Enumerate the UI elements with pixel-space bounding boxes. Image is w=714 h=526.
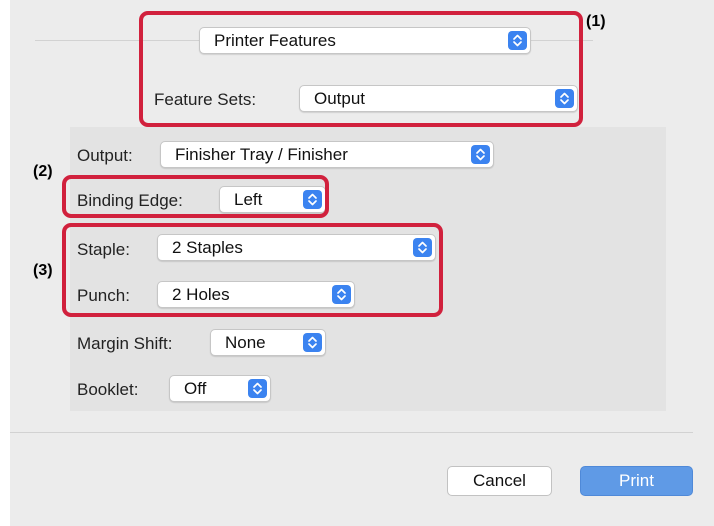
print-button[interactable]: Print — [580, 466, 693, 496]
output-popup[interactable]: Finisher Tray / Finisher — [160, 141, 494, 168]
margin-shift-popup[interactable]: None — [210, 329, 326, 356]
booklet-popup[interactable]: Off — [169, 375, 271, 402]
output-label: Output: — [77, 146, 133, 165]
margin-shift-value: None — [225, 333, 266, 352]
chevron-up-down-icon — [471, 145, 490, 164]
cancel-button[interactable]: Cancel — [447, 466, 552, 496]
callout-label-3: (3) — [33, 262, 53, 279]
callout-label-1: (1) — [586, 13, 606, 30]
highlight-box-2 — [62, 175, 329, 218]
booklet-label: Booklet: — [77, 380, 139, 399]
output-value: Finisher Tray / Finisher — [175, 145, 348, 164]
chevron-up-down-icon — [248, 379, 267, 398]
highlight-box-3 — [62, 223, 443, 317]
chevron-up-down-icon — [303, 333, 322, 352]
booklet-value: Off — [184, 379, 207, 398]
callout-label-2: (2) — [33, 163, 53, 180]
margin-shift-label: Margin Shift: — [77, 334, 173, 353]
highlight-box-1 — [139, 11, 583, 127]
bottom-divider — [10, 432, 693, 433]
